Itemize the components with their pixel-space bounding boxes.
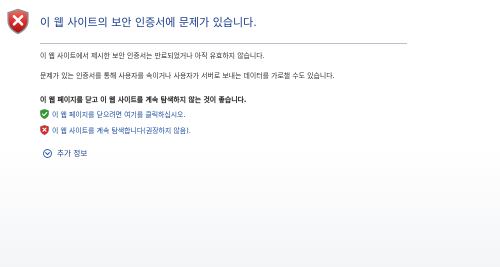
close-page-link[interactable]: 이 웹 페이지를 닫으려면 여기를 클릭하십시오. (52, 109, 186, 119)
shield-error-icon (7, 8, 29, 35)
more-info-toggle[interactable]: 추가 정보 (43, 147, 87, 159)
close-page-option[interactable]: 이 웹 페이지를 닫으려면 여기를 클릭하십시오. (40, 109, 186, 119)
expand-down-icon (43, 148, 52, 158)
more-info-label[interactable]: 추가 정보 (57, 148, 87, 159)
recommendation-text: 이 웹 페이지를 닫고 이 웹 사이트를 계속 탐색하지 않는 것이 좋습니다. (40, 96, 247, 104)
certificate-risk-text: 문제가 있는 인증서를 통해 사용자를 속이거나 사용자가 서버로 보내는 데이… (40, 72, 335, 80)
title-divider (40, 43, 407, 44)
shield-error-icon (40, 125, 49, 135)
certificate-expired-text: 이 웹 사이트에서 제시한 보안 인증서는 만료되었거나 아직 유효하지 않습니… (40, 52, 265, 60)
page-title: 이 웹 사이트의 보안 인증서에 문제가 있습니다. (40, 16, 257, 29)
continue-site-option[interactable]: 이 웹 사이트를 계속 탐색합니다(권장하지 않음). (40, 125, 191, 135)
continue-site-link[interactable]: 이 웹 사이트를 계속 탐색합니다(권장하지 않음). (52, 125, 191, 135)
certificate-error-page: 이 웹 사이트의 보안 인증서에 문제가 있습니다. 이 웹 사이트에서 제시한… (0, 0, 500, 267)
shield-ok-icon (40, 109, 49, 119)
